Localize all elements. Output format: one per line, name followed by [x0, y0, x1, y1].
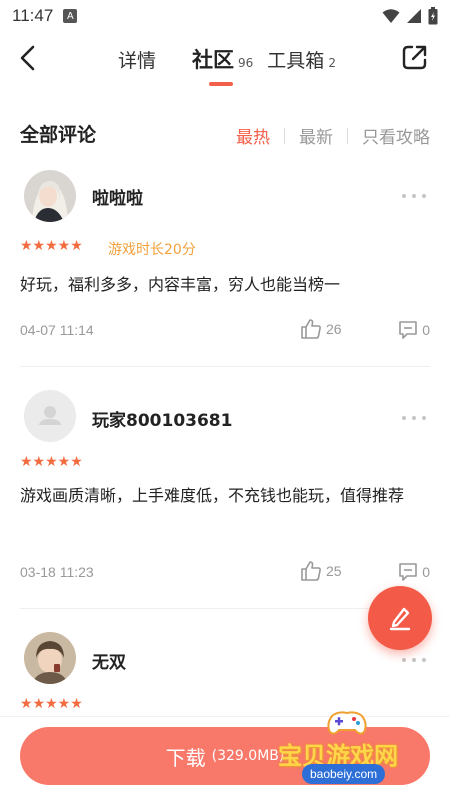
sort-divider [284, 127, 285, 144]
default-avatar-icon [24, 390, 76, 442]
status-icons [382, 7, 438, 25]
user-avatar-image [24, 170, 76, 222]
rating-stars: ★★★★★ [20, 696, 83, 712]
tab-community[interactable]: 社区 96 [192, 44, 254, 86]
tab-count: 96 [238, 56, 254, 70]
sort-guides-only[interactable]: 只看攻略 [362, 123, 430, 148]
watermark-url: baobeiy.com [302, 764, 386, 784]
sort-hot[interactable]: 最热 [236, 123, 270, 148]
like-button[interactable]: 26 [300, 318, 342, 340]
battery-icon [428, 7, 438, 25]
more-options-button[interactable] [402, 656, 426, 664]
share-button[interactable] [400, 42, 430, 72]
active-tab-indicator [209, 82, 234, 86]
tab-details[interactable]: 详情 [118, 46, 156, 73]
user-avatar-image [24, 632, 76, 684]
tab-toolbox[interactable]: 工具箱 2 [267, 46, 336, 73]
pencil-icon [389, 607, 411, 631]
watermark-logo: 宝贝游戏网 baobeiy.com [268, 708, 444, 794]
tab-label: 社区 [192, 48, 235, 72]
sort-tabs: 最热 最新 只看攻略 [236, 123, 430, 148]
like-count: 26 [326, 321, 342, 337]
back-arrow-icon [20, 45, 35, 71]
avatar[interactable] [24, 390, 76, 442]
comment-date: 04-07 11:14 [20, 322, 94, 338]
tab-label: 详情 [118, 50, 157, 72]
username[interactable]: 无双 [92, 648, 126, 673]
notification-icon: A [63, 9, 78, 23]
avatar[interactable] [24, 632, 76, 684]
play-time: 游戏时长20分 [108, 242, 196, 258]
comment-item: 玩家800103681 ★★★★★ 游戏画质清晰，上手难度低，不充钱也能玩，值得… [0, 390, 450, 609]
tab-count: 2 [328, 56, 336, 70]
gamepad-icon [327, 711, 367, 735]
comment-item: 啦啦啦 ★★★★★ 游戏时长20分 好玩，福利多多，内容丰富，穷人也能当榜一 0… [0, 170, 450, 367]
username[interactable]: 啦啦啦 [92, 184, 143, 209]
back-button[interactable] [14, 42, 44, 74]
rating-stars: ★★★★★ [20, 238, 83, 254]
comment-text[interactable]: 好玩，福利多多，内容丰富，穷人也能当榜一 [20, 270, 432, 300]
reply-button[interactable]: 0 [398, 562, 430, 582]
signal-icon [407, 9, 421, 23]
comments-header: 全部评论 最热 最新 只看攻略 [0, 118, 450, 152]
share-icon [402, 45, 427, 70]
status-time: 11:47 [12, 6, 54, 25]
reply-count: 0 [422, 322, 430, 338]
wifi-icon [382, 9, 400, 23]
comment-date: 03-18 11:23 [20, 564, 94, 580]
thumbs-up-icon [301, 319, 321, 339]
thumbs-up-icon [301, 561, 321, 581]
sort-newest[interactable]: 最新 [299, 123, 333, 148]
more-options-button[interactable] [402, 192, 426, 200]
top-nav: 详情 社区 96 工具箱 2 [0, 32, 450, 86]
status-bar: 11:47 A [0, 0, 450, 32]
sort-divider [347, 127, 348, 144]
comment-icon [399, 563, 418, 581]
comment-text[interactable]: 游戏画质清晰，上手难度低，不充钱也能玩，值得推荐 [20, 481, 432, 511]
reply-button[interactable]: 0 [398, 320, 430, 340]
divider [20, 366, 430, 367]
write-comment-button[interactable] [368, 586, 432, 650]
like-button[interactable]: 25 [300, 560, 342, 582]
section-title: 全部评论 [20, 124, 97, 146]
more-options-button[interactable] [402, 414, 426, 422]
like-count: 25 [326, 563, 342, 579]
rating-stars: ★★★★★ [20, 454, 83, 470]
username[interactable]: 玩家800103681 [92, 406, 232, 431]
download-label: 下载 [165, 745, 206, 770]
comment-icon [399, 321, 418, 339]
tab-bar: 详情 社区 96 工具箱 2 [118, 44, 336, 86]
avatar[interactable] [24, 170, 76, 222]
reply-count: 0 [422, 564, 430, 580]
tab-label: 工具箱 [267, 50, 325, 72]
